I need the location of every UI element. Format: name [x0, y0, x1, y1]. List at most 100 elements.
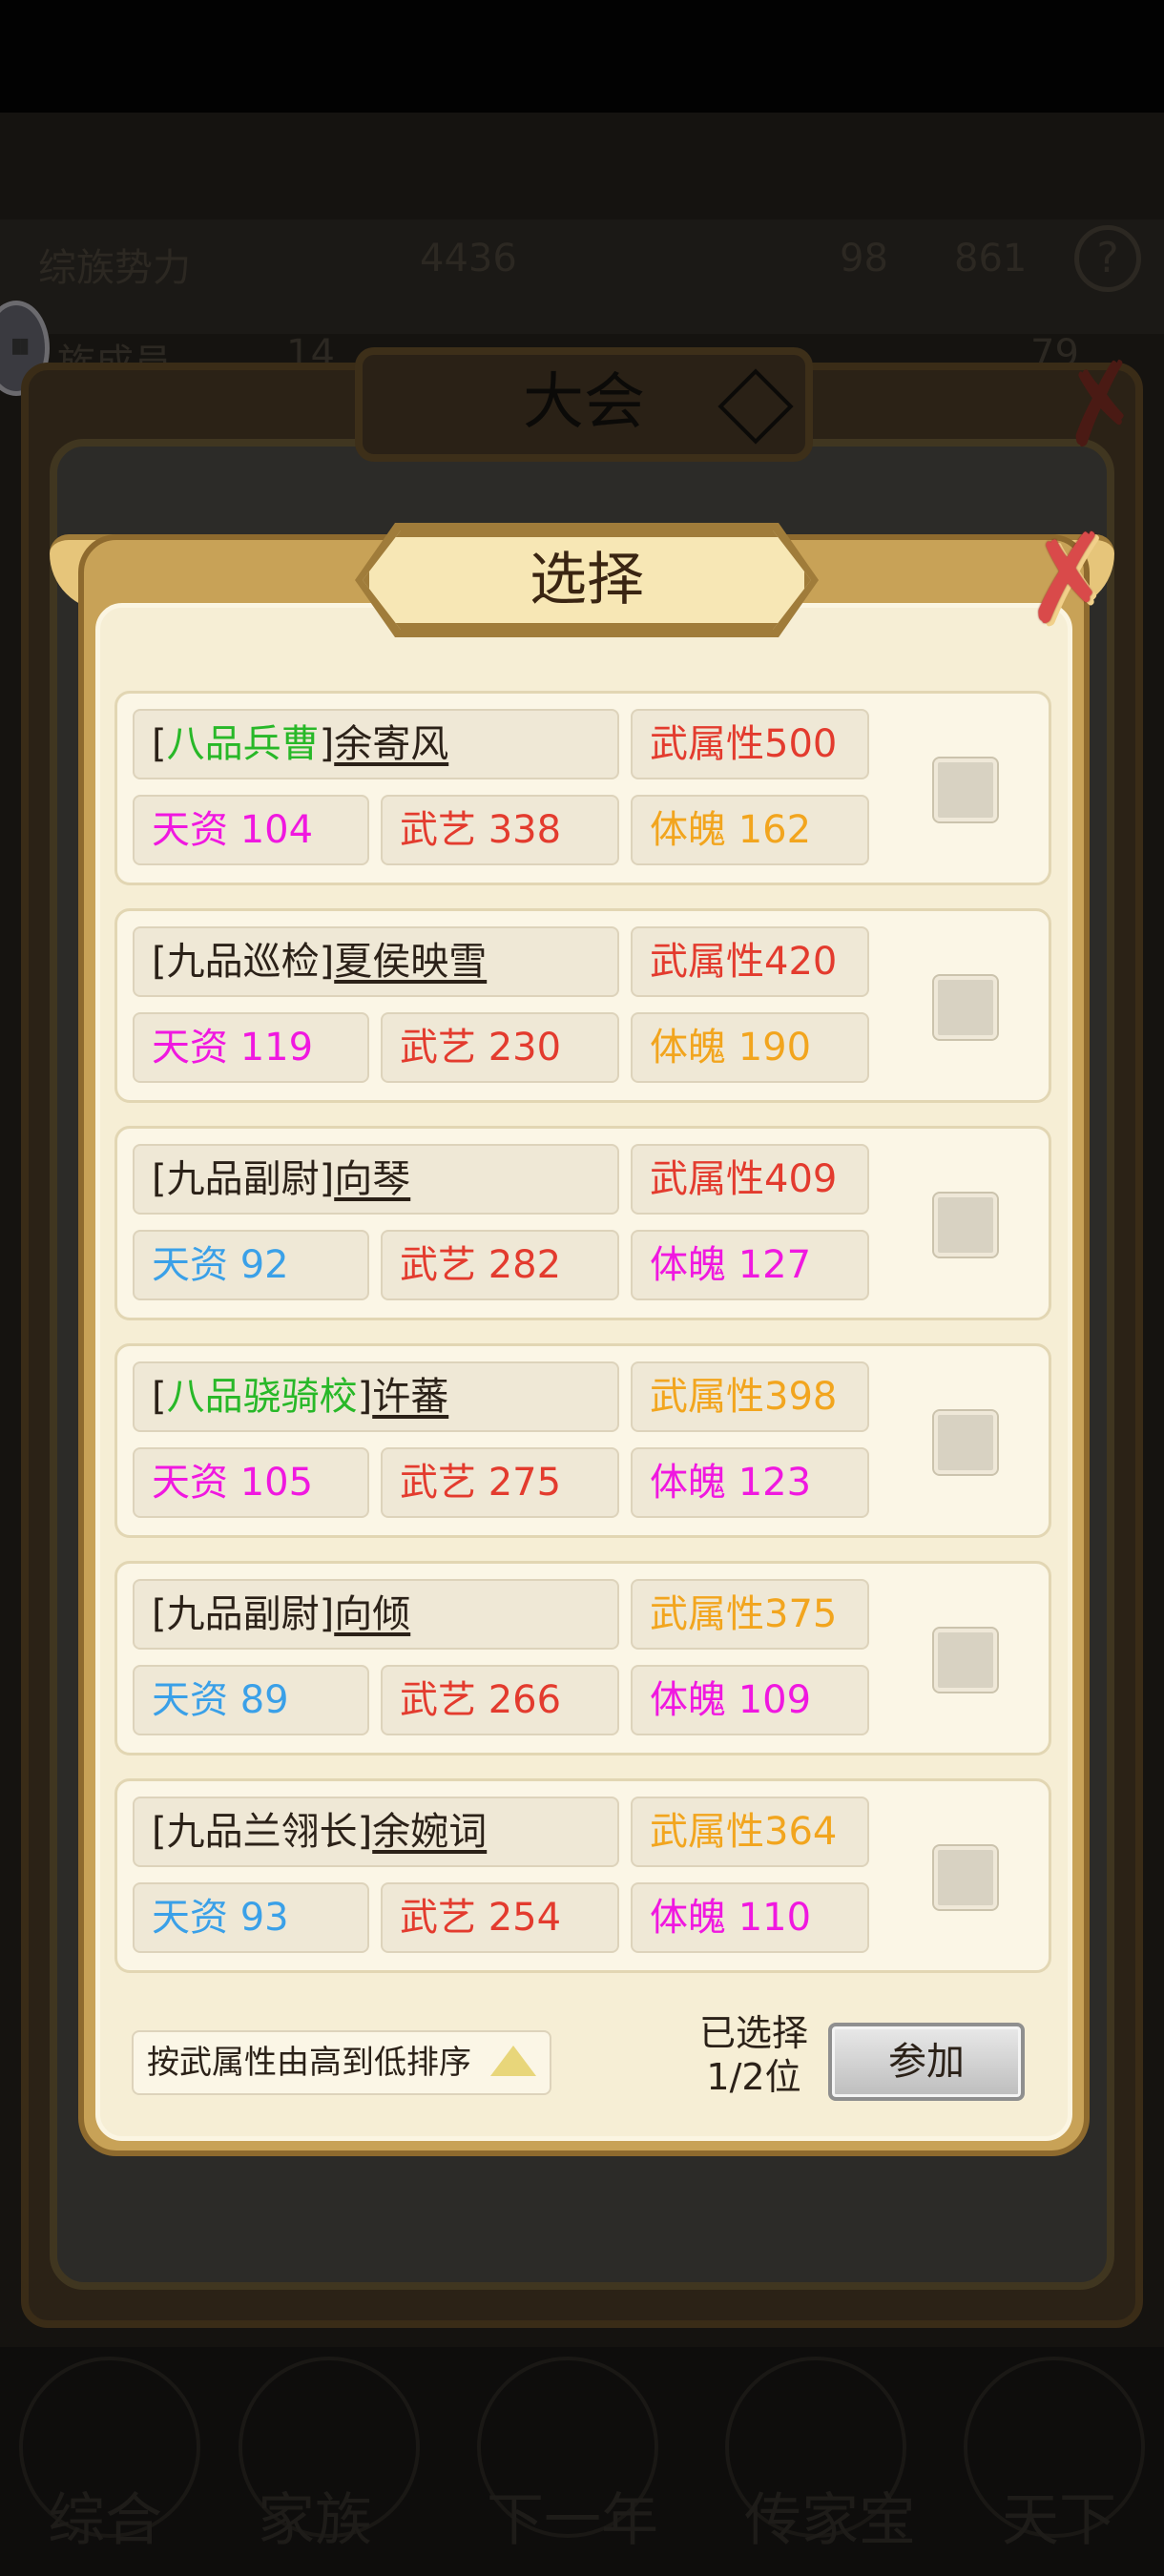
candidate-rank: 八品骁骑校: [166, 1375, 358, 1419]
talent-value: 119: [239, 1026, 314, 1070]
candidate-rank: 九品副尉: [166, 1157, 320, 1201]
candidate-name-cell: [八品骁骑校]许蕃: [133, 1361, 619, 1432]
select-checkbox[interactable]: [932, 757, 999, 823]
candidate-physique: 体魄 123: [631, 1447, 869, 1518]
bg-stat-label: 综族势力: [38, 246, 191, 290]
martial-label: 武艺: [400, 1243, 476, 1287]
candidate-talent: 天资 119: [133, 1012, 369, 1083]
help-icon: ?: [1074, 225, 1141, 292]
background-help-icon: [717, 368, 794, 445]
candidate-card[interactable]: [九品巡检]夏侯映雪 武属性420 天资 119 武艺 230 体魄 190: [114, 908, 1051, 1103]
join-button[interactable]: 参加: [828, 2023, 1025, 2101]
candidate-name-cell: [八品兵曹]余寄风: [133, 709, 619, 779]
close-icon[interactable]: ✗: [1004, 508, 1133, 653]
candidate-name[interactable]: 夏侯映雪: [334, 940, 487, 984]
candidate-martial: 武艺 338: [381, 795, 619, 865]
selected-count: 已选择 1/2位: [687, 2011, 821, 2099]
candidate-talent: 天资 104: [133, 795, 369, 865]
candidate-name[interactable]: 向倾: [334, 1592, 410, 1636]
candidate-talent: 天资 93: [133, 1882, 369, 1953]
candidate-talent: 天资 92: [133, 1230, 369, 1300]
talent-value: 93: [239, 1896, 289, 1940]
bg-stat-value: 4436: [420, 237, 517, 280]
candidate-talent: 天资 105: [133, 1447, 369, 1518]
candidate-name-cell: [九品副尉]向倾: [133, 1579, 619, 1650]
candidate-card[interactable]: [九品副尉]向倾 武属性375 天资 89 武艺 266 体魄 109: [114, 1561, 1051, 1755]
physique-value: 190: [738, 1026, 812, 1070]
candidate-card[interactable]: [九品副尉]向琴 武属性409 天资 92 武艺 282 体魄 127: [114, 1126, 1051, 1320]
candidate-martial: 武艺 230: [381, 1012, 619, 1083]
candidate-martial: 武艺 282: [381, 1230, 619, 1300]
nav-item-label: 天下: [1002, 2487, 1116, 2554]
physique-label: 体魄: [650, 1896, 726, 1940]
talent-label: 天资: [152, 1896, 228, 1940]
background-dialog-title: 大会: [355, 347, 813, 462]
candidate-card[interactable]: [九品兰翎长]余婉词 武属性364 天资 93 武艺 254 体魄 110: [114, 1778, 1051, 1973]
nav-item-label: 传家宝: [744, 2487, 916, 2554]
select-checkbox[interactable]: [932, 1627, 999, 1693]
select-checkbox[interactable]: [932, 1192, 999, 1258]
attribute-value: 409: [764, 1157, 838, 1201]
physique-label: 体魄: [650, 1026, 726, 1070]
martial-label: 武艺: [400, 1896, 476, 1940]
candidate-martial: 武艺 254: [381, 1882, 619, 1953]
martial-value: 282: [488, 1243, 562, 1287]
talent-label: 天资: [152, 1678, 228, 1722]
talent-value: 89: [239, 1678, 289, 1722]
physique-label: 体魄: [650, 808, 726, 852]
attribute-label: 武属性: [650, 1810, 764, 1854]
candidate-physique: 体魄 162: [631, 795, 869, 865]
martial-value: 275: [488, 1461, 562, 1505]
background-dialog-title-text: 大会: [523, 367, 645, 438]
sort-button[interactable]: 按武属性由高到低排序: [132, 2030, 551, 2095]
select-checkbox[interactable]: [932, 1409, 999, 1476]
talent-value: 104: [239, 808, 314, 852]
physique-value: 110: [738, 1896, 812, 1940]
candidate-rank: 八品兵曹: [166, 722, 320, 766]
talent-label: 天资: [152, 1461, 228, 1505]
sort-triangle-icon: [490, 2046, 536, 2076]
martial-label: 武艺: [400, 1678, 476, 1722]
selected-count-label: 已选择: [698, 2012, 808, 2054]
bg-stat-value: 98: [840, 237, 888, 280]
attribute-label: 武属性: [650, 940, 764, 984]
candidate-attribute: 武属性375: [631, 1579, 869, 1650]
candidate-martial: 武艺 266: [381, 1665, 619, 1735]
physique-label: 体魄: [650, 1243, 726, 1287]
select-checkbox[interactable]: [932, 974, 999, 1041]
candidate-name[interactable]: 余寄风: [334, 722, 448, 766]
talent-label: 天资: [152, 808, 228, 852]
candidate-rank: 九品副尉: [166, 1592, 320, 1636]
select-checkbox[interactable]: [932, 1844, 999, 1911]
bg-stat-value: 861: [954, 237, 1028, 280]
candidate-attribute: 武属性420: [631, 926, 869, 997]
background-bottom-nav: 综合 家族 下一年 传家宝 天下: [0, 2347, 1164, 2576]
attribute-value: 420: [764, 940, 838, 984]
talent-label: 天资: [152, 1243, 228, 1287]
candidate-name[interactable]: 余婉词: [372, 1810, 487, 1854]
candidate-attribute: 武属性500: [631, 709, 869, 779]
talent-value: 92: [239, 1243, 289, 1287]
candidate-card[interactable]: [八品骁骑校]许蕃 武属性398 天资 105 武艺 275 体魄 123: [114, 1343, 1051, 1538]
candidate-physique: 体魄 109: [631, 1665, 869, 1735]
candidate-name[interactable]: 许蕃: [372, 1375, 448, 1419]
attribute-value: 398: [764, 1375, 838, 1419]
candidate-physique: 体魄 110: [631, 1882, 869, 1953]
nav-item-label: 家族: [258, 2487, 372, 2554]
attribute-value: 364: [764, 1810, 838, 1854]
candidate-name-cell: [九品兰翎长]余婉词: [133, 1797, 619, 1867]
status-bar: [0, 0, 1164, 113]
candidate-talent: 天资 89: [133, 1665, 369, 1735]
physique-value: 162: [738, 808, 812, 852]
candidate-attribute: 武属性398: [631, 1361, 869, 1432]
martial-label: 武艺: [400, 1461, 476, 1505]
candidate-name-cell: [九品巡检]夏侯映雪: [133, 926, 619, 997]
candidate-attribute: 武属性364: [631, 1797, 869, 1867]
candidate-name[interactable]: 向琴: [334, 1157, 410, 1201]
attribute-value: 500: [764, 722, 838, 766]
candidate-card[interactable]: [八品兵曹]余寄风 武属性500 天资 104 武艺 338 体魄 162: [114, 691, 1051, 885]
talent-value: 105: [239, 1461, 314, 1505]
candidate-attribute: 武属性409: [631, 1144, 869, 1215]
martial-value: 254: [488, 1896, 562, 1940]
candidate-rank: 九品兰翎长: [166, 1810, 358, 1854]
